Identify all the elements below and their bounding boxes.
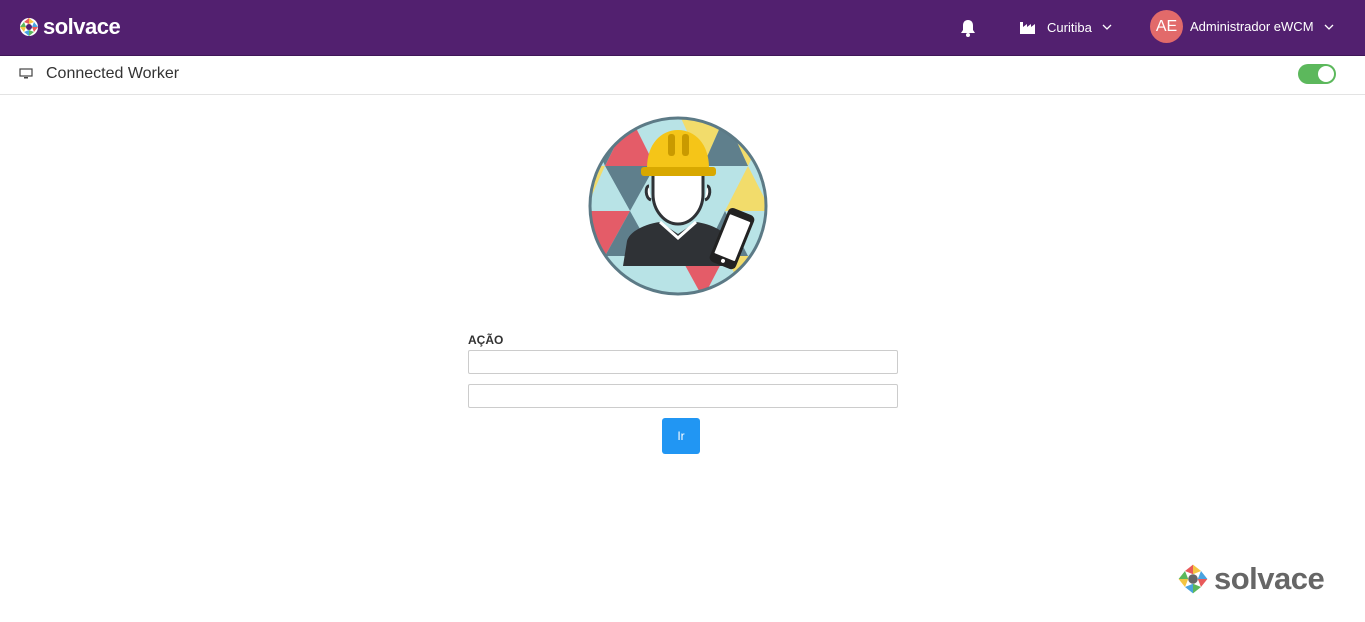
site-selector[interactable]: Curitiba bbox=[1020, 17, 1112, 37]
user-name: Administrador eWCM bbox=[1190, 19, 1314, 34]
chevron-down-icon bbox=[1102, 24, 1112, 30]
bell-icon bbox=[961, 20, 975, 37]
action-secondary-input[interactable] bbox=[468, 384, 898, 408]
brand-name: solvace bbox=[43, 14, 121, 39]
user-menu[interactable]: AE Administrador eWCM bbox=[1150, 10, 1334, 43]
brand-logo[interactable]: solvace bbox=[19, 14, 121, 40]
notifications-button[interactable] bbox=[958, 18, 978, 38]
action-label: AÇÃO bbox=[468, 333, 504, 347]
toggle-knob bbox=[1318, 66, 1334, 82]
footer-brand-name: solvace bbox=[1214, 561, 1325, 596]
page-title: Connected Worker bbox=[46, 65, 180, 82]
footer-logo: solvace bbox=[1177, 561, 1325, 597]
site-name: Curitiba bbox=[1047, 19, 1092, 35]
chevron-down-icon bbox=[1324, 24, 1333, 30]
page-header: Connected Worker bbox=[0, 56, 1365, 95]
factory-icon bbox=[1020, 22, 1035, 34]
go-button[interactable]: Ir bbox=[662, 418, 700, 454]
connected-worker-illustration bbox=[588, 116, 768, 296]
mode-toggle[interactable] bbox=[1298, 64, 1336, 84]
top-navigation-bar: solvace Curitiba AE Administrador eWCM bbox=[0, 0, 1365, 56]
action-input[interactable] bbox=[468, 350, 898, 374]
solvace-logo-icon bbox=[1177, 563, 1209, 595]
monitor-icon bbox=[19, 68, 33, 79]
solvace-logo-icon bbox=[20, 18, 38, 36]
avatar: AE bbox=[1150, 10, 1183, 43]
